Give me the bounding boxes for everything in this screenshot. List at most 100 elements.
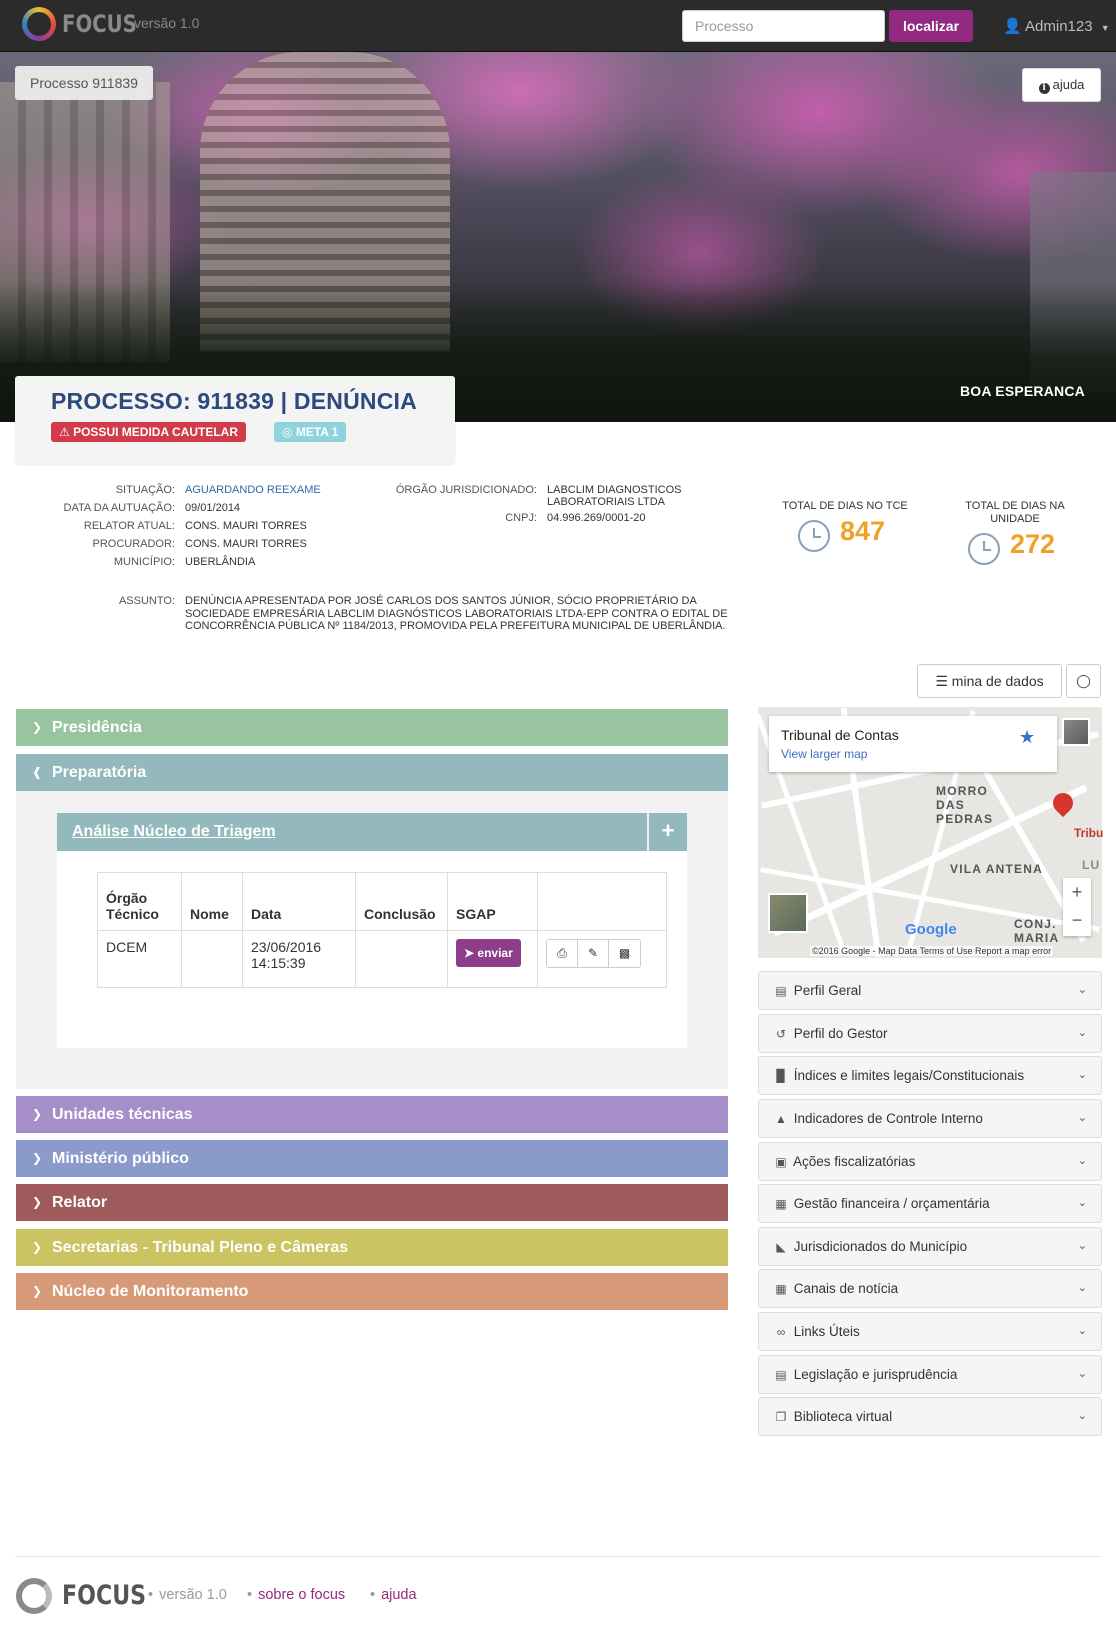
chevron-down-icon: ⌄ (1077, 1197, 1087, 1209)
panel-label: Canais de notícia (793, 1281, 899, 1296)
accordion-relator[interactable]: ❯ Relator (16, 1184, 728, 1221)
lightbulb-button[interactable]: ◯ (1066, 664, 1101, 698)
panel-label: Perfil Geral (793, 983, 862, 998)
chevron-down-icon: ⌄ (1077, 1027, 1087, 1039)
panel-gestao[interactable]: ▦ Gestão financeira / orçamentária ⌄ (758, 1184, 1102, 1223)
accordion-label: Relator (52, 1194, 108, 1211)
map-larger-link[interactable]: View larger map (781, 747, 867, 761)
panel-canais[interactable]: ▦ Canais de notícia ⌄ (758, 1269, 1102, 1308)
panel-biblioteca[interactable]: ❐ Biblioteca virtual ⌄ (758, 1397, 1102, 1436)
accordion-secretarias[interactable]: ❯ Secretarias - Tribunal Pleno e Câmeras (16, 1229, 728, 1266)
brand-name[interactable]: FOCUS (62, 10, 137, 38)
analysis-table: Órgão Técnico Nome Data Conclusão SGAP D… (97, 872, 667, 988)
chevron-down-icon: ⌄ (1077, 1368, 1087, 1380)
map-photo-thumbnail[interactable] (1062, 718, 1090, 746)
stat-unit-value: 272 (1010, 529, 1056, 559)
header-sgap: SGAP (447, 872, 538, 931)
process-search-input[interactable] (682, 10, 885, 42)
area-chart-icon: ▲ (775, 1112, 787, 1126)
history-icon: ↺ (775, 1027, 787, 1041)
trash-icon[interactable]: ▩ (609, 940, 640, 967)
user-menu[interactable]: 👤 Admin123 ▼ (1003, 17, 1110, 35)
file-icon: ▤ (775, 984, 787, 998)
street-view-thumbnail[interactable] (768, 893, 808, 933)
footer-help-link[interactable]: • ajuda (370, 1587, 417, 1603)
print-icon[interactable]: ⎙ (547, 940, 578, 967)
panel-links[interactable]: ∞ Links Úteis ⌄ (758, 1312, 1102, 1351)
footer-about-link[interactable]: • sobre o focus (247, 1587, 345, 1603)
chevron-down-icon: ⌄ (1077, 984, 1087, 996)
accordion-nucleo-monitoramento[interactable]: ❯ Núcleo de Monitoramento (16, 1273, 728, 1310)
google-logo: Google (905, 921, 957, 938)
accordion-unidades-tecnicas[interactable]: ❯ Unidades técnicas (16, 1096, 728, 1133)
panel-indicadores[interactable]: ▲ Indicadores de Controle Interno ⌄ (758, 1099, 1102, 1138)
info-value: CONS. MAURI TORRES (185, 538, 307, 550)
header-nome: Nome (181, 872, 243, 931)
document-icon: ▤ (775, 1368, 787, 1382)
zoom-out-icon[interactable]: − (1063, 906, 1091, 934)
chevron-down-icon: ❯ (32, 1240, 43, 1254)
focus-logo-icon[interactable] (22, 7, 56, 41)
edit-icon[interactable]: ✎ (578, 940, 609, 967)
accordion-preparatoria[interactable]: ❰ Preparatória (16, 754, 728, 791)
map-zoom-control[interactable]: + − (1063, 878, 1091, 936)
panel-indices[interactable]: ▉ Índices e limites legais/Constituciona… (758, 1056, 1102, 1095)
chevron-down-icon: ⌄ (1077, 1112, 1087, 1124)
city-name: BOA ESPERANCA (960, 383, 1085, 399)
info-row-data: DATA DA AUTUAÇÃO: 09/01/2014 (64, 502, 485, 520)
stat-unit: TOTAL DE DIAS NA UNIDADE 272 (940, 500, 1090, 565)
hero-banner (0, 52, 1116, 422)
search-button[interactable]: localizar (889, 10, 973, 42)
accordion-ministerio-publico[interactable]: ❯ Ministério público (16, 1140, 728, 1177)
chevron-down-icon: ⌄ (1077, 1155, 1087, 1167)
help-button[interactable]: i ajuda (1022, 68, 1101, 102)
row-actions: ⎙ ✎ ▩ (546, 939, 641, 968)
chevron-down-icon: ⌄ (1077, 1410, 1087, 1422)
clock-icon (968, 533, 1000, 565)
info-row-procurador: PROCURADOR: CONS. MAURI TORRES (92, 538, 485, 556)
accordion-label: Secretarias - Tribunal Pleno e Câmeras (52, 1239, 349, 1256)
chevron-down-icon: ❯ (32, 720, 43, 734)
triagem-section-link[interactable]: Análise Núcleo de Triagem (57, 813, 647, 851)
cell-data: 23/06/2016 14:15:39 (242, 930, 356, 988)
info-label: RELATOR ATUAL: (83, 520, 175, 532)
stat-tce: TOTAL DE DIAS NO TCE 847 (770, 500, 920, 552)
panel-perfil-gestor[interactable]: ↺ Perfil do Gestor ⌄ (758, 1014, 1102, 1053)
info-label: SITUAÇÃO: (115, 484, 175, 496)
calculator-icon: ▦ (775, 1197, 787, 1211)
panel-label: Links Úteis (793, 1324, 860, 1339)
data-mining-label: mina de dados (951, 673, 1044, 689)
chevron-down-icon: ⌄ (1077, 1240, 1087, 1252)
chevron-down-icon: ⌄ (1077, 1069, 1087, 1081)
situacao-link[interactable]: AGUARDANDO REEXAME (185, 484, 321, 496)
info-label: PROCURADOR: (92, 538, 175, 550)
add-analysis-button[interactable]: + (649, 813, 687, 851)
accordion-label: Unidades técnicas (52, 1106, 193, 1123)
paper-plane-icon: ➤ (464, 946, 475, 960)
cell-orgao: DCEM (97, 930, 182, 988)
accordion-label: Ministério público (52, 1150, 189, 1167)
panel-label: Índices e limites legais/Constitucionais (793, 1068, 1025, 1083)
process-tag: Processo 911839 (15, 66, 153, 100)
send-button[interactable]: ➤ enviar (456, 939, 521, 967)
panel-jurisdicionados[interactable]: ◣ Jurisdicionados do Município ⌄ (758, 1227, 1102, 1266)
bar-chart-icon: ▉ (776, 1069, 786, 1083)
chevron-down-icon: ⌄ (1077, 1282, 1087, 1294)
info-label: MUNICÍPIO: (113, 556, 175, 568)
data-mining-button[interactable]: ☰ mina de dados (917, 664, 1062, 698)
panel-legislacao[interactable]: ▤ Legislação e jurisprudência ⌄ (758, 1355, 1102, 1394)
info-icon: i (1038, 83, 1050, 94)
panel-acoes[interactable]: ▣ Ações fiscalizatórias ⌄ (758, 1142, 1102, 1181)
copy-icon: ❐ (775, 1410, 787, 1424)
cell-conclusao (355, 930, 448, 988)
accordion-presidencia[interactable]: ❯ Presidência (16, 709, 728, 746)
panel-label: Biblioteca virtual (793, 1409, 893, 1424)
map-place-name: Tribunal de Contas (781, 727, 899, 743)
panel-label: Indicadores de Controle Interno (793, 1111, 983, 1126)
map-info-card: Tribunal de Contas View larger map ★ (769, 716, 1057, 772)
footer-about-label: sobre o focus (258, 1587, 346, 1603)
zoom-in-icon[interactable]: + (1063, 878, 1091, 906)
panel-perfil-geral[interactable]: ▤ Perfil Geral ⌄ (758, 971, 1102, 1010)
user-icon: 👤 (1003, 18, 1022, 35)
star-icon[interactable]: ★ (1019, 727, 1035, 748)
